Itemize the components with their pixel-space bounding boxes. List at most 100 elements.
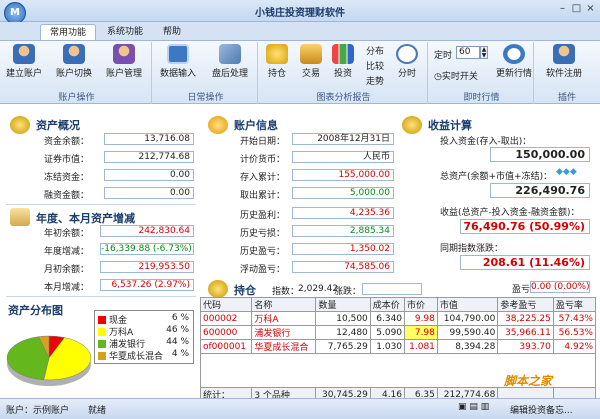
- close-button[interactable]: ×: [584, 3, 597, 15]
- minute-button[interactable]: 分时: [396, 44, 418, 79]
- col-pnl[interactable]: 参考盈亏: [497, 297, 554, 312]
- growth-value: -16,339.88 (-6.73%): [100, 243, 194, 255]
- asset-value: 212,774.68: [104, 151, 194, 163]
- growth-value: 219,953.50: [100, 261, 194, 273]
- manage-account-button[interactable]: 账户管理: [106, 44, 142, 79]
- asset-label: 冻结资金：: [44, 173, 90, 183]
- minimize-button[interactable]: –: [556, 3, 569, 15]
- cell-cost: 5.090: [369, 325, 406, 340]
- calculator-icon: [167, 44, 189, 64]
- table-row[interactable]: 000002 万科A 10,500 6.340 9.98 104,790.00 …: [199, 311, 597, 326]
- cell-name: 华夏成长混合: [251, 339, 317, 354]
- info-value: 155,000.00: [292, 169, 394, 181]
- legend-swatch: [98, 340, 106, 348]
- realtime-switch[interactable]: ◷实时开关: [434, 69, 478, 82]
- income-title: 收益计算: [428, 119, 472, 132]
- change-value: [362, 283, 422, 295]
- info-icon: [208, 116, 228, 134]
- cell-price: 9.98: [404, 311, 438, 326]
- legend-item: 万科A: [98, 325, 133, 338]
- col-qty[interactable]: 数量: [315, 297, 371, 312]
- distribution-title: 资产分布图: [8, 304, 63, 317]
- info-label: 存入累计：: [240, 173, 286, 183]
- cell-qty: 12,480: [315, 325, 371, 340]
- user-add-icon: [13, 44, 35, 64]
- col-cost[interactable]: 成本价: [369, 297, 406, 312]
- tab-help[interactable]: 帮助: [154, 24, 190, 40]
- index-caption: 指数：: [272, 287, 300, 297]
- col-rate[interactable]: 盈亏率: [552, 297, 597, 312]
- trade-button[interactable]: 交易: [300, 44, 322, 79]
- holdings-button[interactable]: 持仓: [266, 44, 288, 79]
- growth-label: 月初余额：: [44, 265, 90, 275]
- timer-label: 定时: [434, 51, 453, 61]
- total-value: 226,490.76: [490, 183, 590, 198]
- col-code[interactable]: 代码: [199, 297, 253, 312]
- coins-icon: [266, 44, 288, 64]
- timer-spinner[interactable]: ▲ ▼: [480, 46, 488, 59]
- info-value: 人民币: [292, 151, 394, 163]
- tab-common[interactable]: 常用功能: [40, 24, 96, 40]
- invest-label: 投入资金(存入-取出)：: [440, 137, 532, 147]
- cell-cost: 1.030: [369, 339, 406, 354]
- info-value: 74,585.06: [292, 261, 394, 273]
- group-daily: 数据输入 盘后处理 日常操作: [154, 42, 258, 104]
- index-label: 同期指数涨跌：: [440, 244, 504, 254]
- refresh-icon: [503, 44, 525, 64]
- group-label-live: 即时行情: [463, 93, 500, 103]
- switch-account-button[interactable]: 账户切换: [56, 44, 92, 79]
- table-row[interactable]: 600000 浦发银行 12,480 5.090 7.98 99,590.40 …: [199, 325, 597, 340]
- asset-value: 0.00: [104, 169, 194, 181]
- group-label-ext: 插件: [557, 93, 576, 103]
- window-title: 小钱庄投资理财软件: [255, 8, 345, 19]
- index-number: 2,029.42: [298, 284, 339, 294]
- growth-label: 本月增减：: [44, 283, 90, 293]
- maximize-button[interactable]: □: [570, 3, 583, 15]
- group-chart: 持仓 交易 投资 分布 比较 走势 分时 图表分析报告: [260, 42, 428, 104]
- account-info-title: 账户信息: [234, 119, 278, 132]
- user-switch-icon: [63, 44, 85, 64]
- ribbon: 建立账户 账户切换 账户管理 账户操作 数据输入 盘后处理 日常操作 持仓 交易…: [0, 40, 600, 104]
- post-market-button[interactable]: 盘后处理: [212, 44, 248, 79]
- index-value: 208.61 (11.46%): [460, 255, 590, 270]
- cell-rate: 56.53%: [552, 325, 597, 340]
- pnl-value: 0.00 (0.00%): [530, 281, 590, 293]
- watermark-text: 脚本之家: [504, 374, 553, 388]
- diamond-icon: ◆◆◆: [556, 167, 577, 177]
- group-label-chart: 图表分析报告: [316, 93, 371, 103]
- user-manage-icon: [113, 44, 135, 64]
- group-label-daily: 日常操作: [187, 93, 224, 103]
- divider: [6, 204, 196, 205]
- gain-label: 收益(总资产-投入资金-融资金额)：: [440, 208, 580, 218]
- cell-value: 104,790.00: [436, 311, 499, 326]
- col-name[interactable]: 名称: [251, 297, 317, 312]
- info-value: 5,000.00: [292, 187, 394, 199]
- clock-small-icon: ◷: [434, 72, 442, 82]
- asset-label: 资金余额：: [44, 137, 90, 147]
- data-input-button[interactable]: 数据输入: [160, 44, 196, 79]
- change-caption: 涨跌：: [334, 287, 362, 297]
- holdings-icon: [208, 280, 228, 298]
- legend-swatch: [98, 328, 106, 336]
- tab-system[interactable]: 系统功能: [100, 24, 150, 40]
- gain-value: 76,490.76 (50.99%): [460, 219, 590, 234]
- trend-link[interactable]: 走势: [366, 74, 384, 87]
- group-account: 建立账户 账户切换 账户管理 账户操作: [2, 42, 152, 104]
- create-account-button[interactable]: 建立账户: [6, 44, 42, 79]
- col-price[interactable]: 市价: [404, 297, 438, 312]
- update-quotes-button[interactable]: 更新行情: [496, 44, 532, 79]
- col-value[interactable]: 市值: [436, 297, 499, 312]
- status-memo[interactable]: 编辑投资备忘...: [510, 403, 573, 416]
- compare-link[interactable]: 比较: [366, 59, 384, 72]
- register-button[interactable]: 软件注册: [546, 44, 582, 79]
- timer-input[interactable]: 60: [456, 46, 480, 59]
- chart-growth-icon: [10, 208, 30, 226]
- cell-price: 7.98: [404, 325, 438, 340]
- table-row[interactable]: of000001 华夏成长混合 7,765.29 1.030 1.081 8,3…: [199, 339, 597, 354]
- cell-code: of000001: [199, 339, 253, 354]
- invest-button[interactable]: 投资: [332, 44, 354, 79]
- distribution-link[interactable]: 分布: [366, 44, 384, 57]
- view-icons[interactable]: ▣ ▤ ▥: [458, 402, 489, 412]
- status-bar: 账户：示例账户 就绪 ▣ ▤ ▥ 编辑投资备忘...: [0, 398, 600, 419]
- app-logo-icon[interactable]: M: [4, 2, 26, 24]
